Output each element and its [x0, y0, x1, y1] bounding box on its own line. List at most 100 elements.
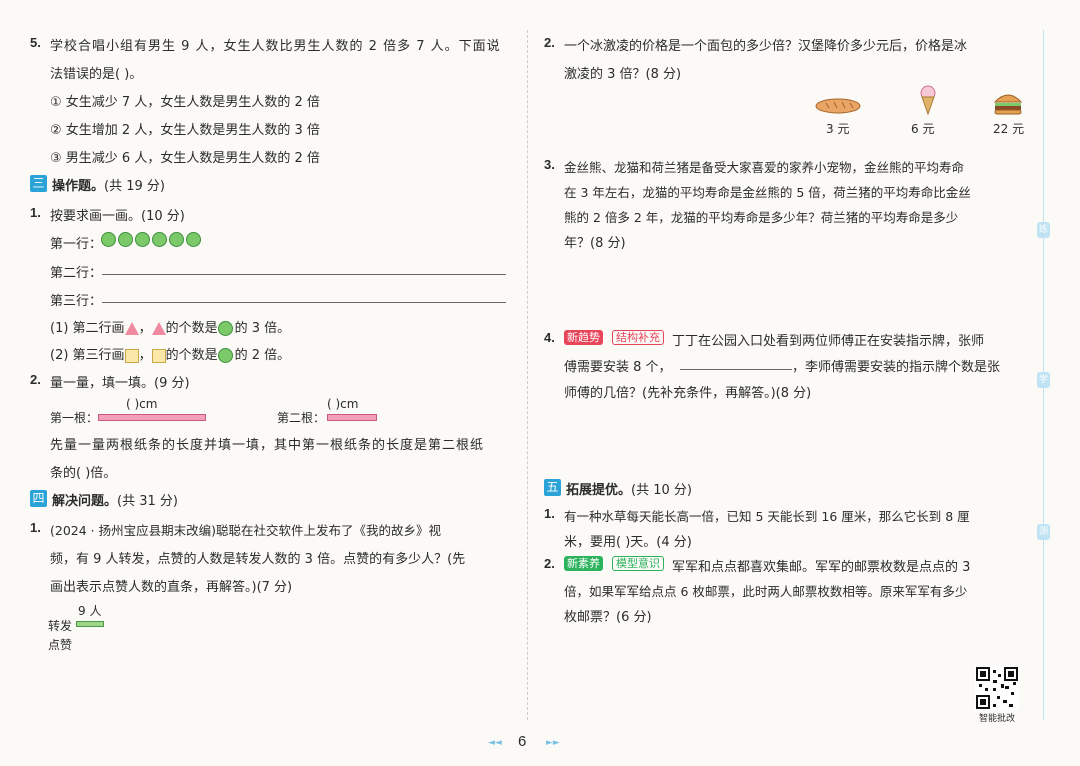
e2-line1: 军军和点点都喜欢集邮。军军的邮票枚数是点点的 3	[672, 560, 971, 575]
bread-price: 3 元	[826, 122, 850, 136]
instruction-1-a: (1) 第二行画	[50, 321, 125, 336]
e1-number: 1.	[544, 506, 555, 521]
qr-code[interactable]	[975, 666, 1019, 710]
p3-line2: 在 3 年左右，龙猫的平均寿命是金丝熊的 5 倍，荷兰猪的平均寿命比金丝	[564, 185, 971, 200]
section-3-badge: 三	[30, 175, 47, 192]
p4-blank-line	[680, 369, 792, 370]
side-tab-learn[interactable]: 学	[1037, 372, 1050, 388]
row3-line	[102, 302, 506, 303]
tag-structure: 结构补充	[612, 330, 664, 345]
e1-line2: 米，要用( )天。(4 分)	[564, 535, 692, 550]
p2-line2: 激凌的 3 倍？(8 分)	[564, 67, 682, 82]
p4-line3: 师傅的几倍？(先补充条件，再解答。)(8 分)	[564, 386, 812, 401]
green-circle-icon	[152, 232, 167, 247]
q5-option-2: ② 女生增加 2 人，女生人数是男生人数的 3 倍	[50, 123, 320, 138]
row1-label: 第一行：	[50, 237, 103, 252]
side-tab-test-label: 测	[1038, 527, 1048, 537]
instruction-2-b: ，	[138, 348, 152, 363]
forward-label: 转发	[48, 619, 73, 633]
e2-number: 2.	[544, 556, 555, 571]
q2-line1: 先量一量两根纸条的长度并填一填，其中第一根纸条的长度是第二根纸	[50, 438, 485, 453]
q5-line2: 法错误的是( )。	[50, 67, 143, 82]
section-5-badge: 五	[544, 479, 561, 496]
p3-line3: 熊的 2 倍多 2 年，龙猫的平均寿命是多少年？荷兰猪的平均寿命是多少	[564, 210, 959, 225]
p4-line1: 丁丁在公园入口处看到两位师傅正在安装指示牌，张师	[672, 334, 985, 349]
circle-icon	[217, 321, 233, 336]
instruction-1-b: ，	[138, 321, 152, 336]
forward-bar	[76, 621, 104, 627]
p3-line4: 年？(8 分)	[564, 236, 626, 251]
green-circle-icon	[101, 232, 116, 247]
section-5-score: (共 10 分)	[631, 483, 692, 498]
e2-line2: 倍，如果军军给点点 6 枚邮票，此时两人邮票枚数相等。原来军军有多少	[564, 584, 968, 599]
ice-cream-price: 6 元	[911, 122, 935, 136]
instruction-2-d: 的 2 倍。	[234, 348, 291, 363]
page-number: 6	[518, 733, 527, 750]
tag-model: 模型意识	[612, 556, 664, 571]
q1-text: 按要求画一画。(10 分)	[50, 209, 185, 224]
p4-line2a: 傅需要安装 8 个，	[564, 360, 672, 375]
green-circle-icon	[135, 232, 150, 247]
paper-strip-2	[327, 414, 377, 421]
p2-number: 2.	[544, 35, 555, 50]
q5-option-3: ③ 男生减少 6 人，女生人数是男生人数的 2 倍	[50, 151, 320, 166]
like-label: 点赞	[48, 638, 73, 652]
qr-label: 智能批改	[979, 714, 1016, 724]
row1-circles	[101, 232, 203, 247]
prev-arrow-icon[interactable]: ◄◄	[488, 738, 502, 748]
instruction-1-d: 的 3 倍。	[234, 321, 291, 336]
bar-value-label: 9 人	[78, 604, 102, 618]
q2-text: 量一量，填一填。(9 分)	[50, 376, 190, 391]
next-arrow-icon[interactable]: ►►	[546, 738, 560, 748]
column-divider	[527, 30, 528, 720]
strip1-label: 第一根：	[50, 411, 99, 425]
square-icon	[151, 348, 166, 363]
side-tab-practice-label: 练	[1038, 225, 1048, 235]
side-tab-test[interactable]: 测	[1037, 524, 1050, 540]
p1-line3: 画出表示点赞人数的直条，再解答。)(7 分)	[50, 580, 293, 595]
green-circle-icon	[118, 232, 133, 247]
p3-line1: 金丝熊、龙猫和荷兰猪是备受大家喜爱的家养小宠物，金丝熊的平均寿命	[564, 160, 965, 175]
side-tab-practice[interactable]: 练	[1037, 222, 1050, 238]
row3-label: 第三行：	[50, 294, 103, 309]
instruction-2: (2) 第三行画 ， 的个数是 的 2 倍。	[50, 344, 290, 363]
triangle-icon	[151, 322, 166, 335]
q2-line2: 条的( )倍。	[50, 466, 117, 481]
row2-line	[102, 274, 506, 275]
p1-line1: (2024 · 扬州宝应县期末改编)聪聪在社交软件上发布了《我的故乡》视	[50, 523, 441, 538]
p1-number: 1.	[30, 520, 41, 535]
p1-line2: 频，有 9 人转发，点赞的人数是转发人数的 3 倍。点赞的有多少人？(先	[50, 552, 466, 567]
p4-number: 4.	[544, 330, 555, 345]
p4-line2b: ，李师傅需要安装的指示牌个数是张	[792, 360, 1001, 375]
e2-line3: 枚邮票？(6 分)	[564, 610, 652, 625]
p2-line1: 一个冰激凌的价格是一个面包的多少倍？汉堡降价多少元后，价格是冰	[564, 39, 968, 54]
q1-number: 1.	[30, 205, 41, 220]
q5-number: 5.	[30, 35, 41, 50]
hamburger-icon	[993, 94, 1023, 115]
q2-number: 2.	[30, 372, 41, 387]
side-tab-learn-label: 学	[1038, 375, 1048, 385]
row2-label: 第二行：	[50, 266, 103, 281]
e1-line1: 有一种水草每天能长高一倍，已知 5 天能长到 16 厘米，那么它长到 8 厘	[564, 509, 970, 524]
bread-icon	[815, 98, 861, 114]
section-4-title: 解决问题。(共 31 分)	[52, 490, 178, 509]
section-5-title: 拓展提优。(共 10 分)	[566, 479, 692, 498]
ice-cream-icon	[920, 85, 936, 116]
square-icon	[124, 348, 139, 363]
instruction-2-c: 的个数是	[165, 348, 218, 363]
section-4-badge: 四	[30, 490, 47, 507]
section-4-score: (共 31 分)	[117, 494, 178, 509]
tag-new-trend: 新趋势	[564, 330, 603, 345]
circle-icon	[217, 348, 233, 363]
green-circle-icon	[186, 232, 201, 247]
section-4-title-text: 解决问题。	[52, 494, 118, 509]
q5-option-1: ① 女生减少 7 人，女生人数是男生人数的 2 倍	[50, 95, 320, 110]
section-3-score: (共 19 分)	[104, 179, 165, 194]
instruction-1-c: 的个数是	[165, 321, 218, 336]
strip2-unit: ( )cm	[327, 397, 359, 411]
section-3-title-text: 操作题。	[52, 179, 105, 194]
hamburger-price: 22 元	[993, 122, 1025, 136]
tag-new-literacy: 新素养	[564, 556, 603, 571]
instruction-1: (1) 第二行画 ， 的个数是 的 3 倍。	[50, 317, 290, 336]
green-circle-icon	[169, 232, 184, 247]
